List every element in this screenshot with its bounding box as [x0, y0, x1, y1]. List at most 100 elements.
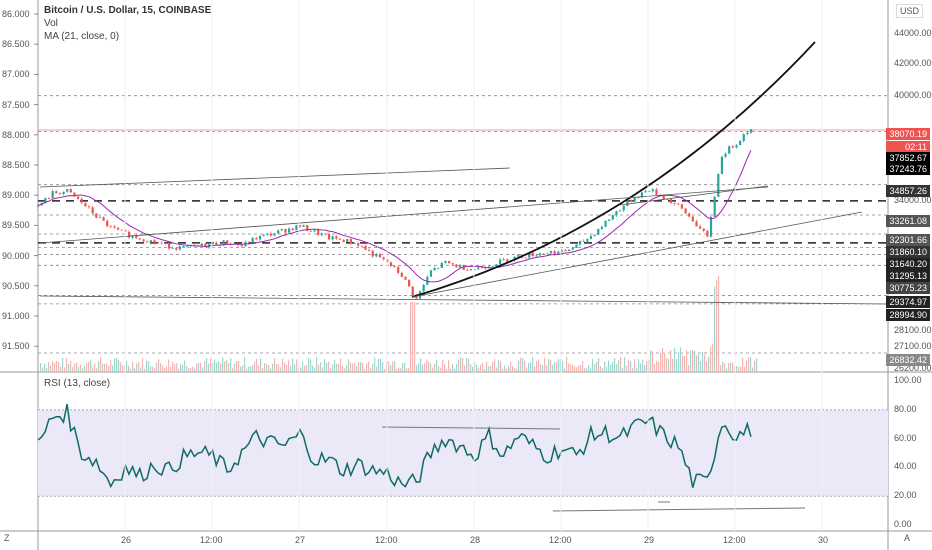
volume-bar: [340, 358, 342, 372]
candle-body: [702, 228, 705, 231]
candle-body: [200, 243, 203, 246]
candle-body: [87, 206, 91, 208]
candle-body: [171, 247, 174, 249]
time-axis-label: 26: [121, 535, 132, 545]
volume-bar: [232, 368, 234, 372]
candle-body: [571, 248, 574, 250]
volume-bar: [286, 364, 288, 372]
price-tag: 31860.10: [886, 246, 930, 258]
left-axis-label: 91.500: [2, 341, 30, 352]
right-axis-label: 42000.00: [894, 58, 932, 69]
candle-body: [713, 196, 716, 217]
candle-body: [146, 241, 149, 243]
volume-bar: [228, 362, 230, 372]
volume-bar: [550, 359, 552, 372]
candle-body: [429, 270, 433, 277]
candle-body: [706, 230, 709, 237]
candle-body: [127, 231, 131, 238]
candle-body: [149, 240, 152, 243]
candle-body: [400, 272, 403, 278]
volume-bar: [398, 367, 400, 372]
candle-body: [448, 260, 451, 264]
candle-body: [495, 264, 498, 267]
candle-body: [608, 219, 611, 221]
auto-scale-button[interactable]: A: [904, 533, 910, 543]
candle-body: [629, 200, 633, 202]
candle-body: [408, 279, 411, 287]
candle-body: [691, 216, 694, 222]
left-axis-label: 87.000: [2, 69, 30, 80]
volume-bar: [706, 361, 708, 372]
volume-bar: [274, 358, 276, 372]
volume-bar: [400, 368, 402, 372]
volume-bar: [48, 361, 50, 372]
currency-button[interactable]: USD: [896, 4, 924, 18]
candle-body: [287, 228, 291, 233]
candle-body: [295, 225, 298, 231]
candle-body: [611, 215, 614, 220]
price-tag: 28994.90: [886, 309, 930, 321]
candle-body: [669, 198, 673, 204]
rsi-axis-label: 20.00: [894, 490, 917, 501]
volume-bar: [512, 365, 514, 372]
candle-body: [491, 266, 494, 267]
volume-bar: [376, 366, 378, 372]
volume-bar: [276, 364, 278, 372]
volume-bar: [456, 363, 458, 372]
volume-bar: [406, 367, 408, 372]
volume-bar: [196, 363, 198, 372]
volume-bar: [494, 358, 496, 372]
volume-bar: [92, 367, 94, 372]
zoom-button[interactable]: Z: [4, 533, 10, 543]
volume-bar: [746, 360, 748, 372]
volume-bar: [616, 364, 618, 372]
volume-bar: [220, 363, 222, 372]
candle-body: [699, 226, 702, 229]
price-tag: 38070.19: [886, 128, 930, 140]
candle-body: [564, 249, 567, 252]
price-tag: 26832.42: [886, 354, 930, 366]
volume-bar: [216, 362, 218, 372]
candle-body: [80, 198, 83, 203]
price-tag: 31640.20: [886, 258, 930, 270]
volume-bar: [402, 363, 404, 372]
volume-bar: [384, 368, 386, 372]
candle-body: [342, 239, 345, 243]
volume-bar: [656, 360, 658, 372]
left-axis-label: 88.000: [2, 129, 30, 140]
volume-bar: [140, 367, 142, 372]
candle-body: [291, 228, 294, 231]
volume-bar: [692, 349, 694, 372]
time-axis-label: 27: [295, 535, 306, 545]
candle-body: [622, 205, 625, 211]
volume-bar: [572, 364, 574, 372]
volume-axis-label: 28100.00: [894, 325, 932, 335]
volume-bar: [416, 365, 418, 372]
volume-bar: [186, 365, 188, 372]
volume-bar: [498, 360, 500, 372]
candle-body: [498, 259, 502, 265]
candle-body: [626, 200, 629, 206]
volume-bar: [52, 361, 54, 372]
left-axis-label: 86.500: [2, 39, 30, 50]
price-tag: 32301.66: [886, 234, 930, 246]
volume-bar: [630, 361, 632, 372]
volume-bar: [372, 363, 374, 372]
volume-bar: [380, 358, 382, 372]
candle-body: [335, 236, 338, 239]
candle-body: [273, 233, 276, 236]
volume-bar: [510, 361, 512, 372]
volume-bar: [432, 367, 434, 372]
candle-body: [106, 220, 109, 227]
volume-bar: [690, 350, 692, 372]
volume-bar: [696, 355, 698, 372]
volume-bar: [504, 365, 506, 372]
chart-canvas[interactable]: [0, 0, 932, 550]
candle-body: [109, 226, 112, 228]
volume-bar: [178, 368, 180, 372]
volume-bar: [410, 302, 412, 372]
volume-bar: [464, 365, 466, 372]
volume-bar: [146, 360, 148, 372]
volume-bar: [558, 359, 560, 372]
candle-body: [433, 267, 436, 271]
